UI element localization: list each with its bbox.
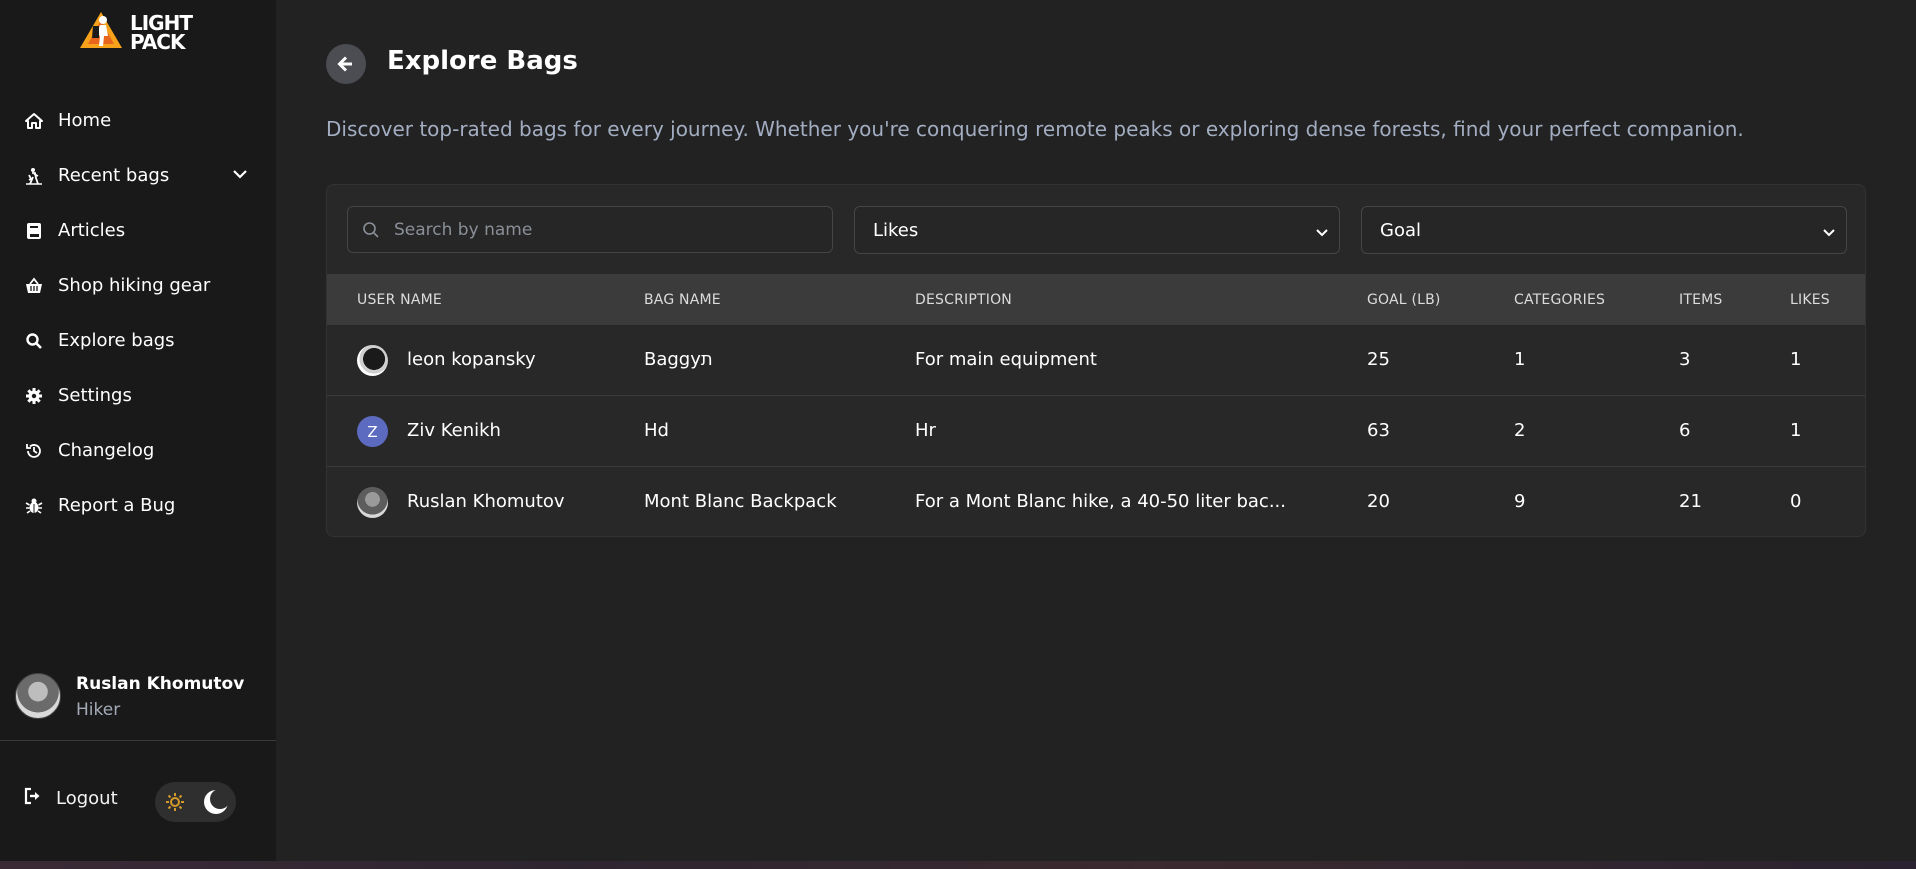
cell-categories: 9 [1514,491,1526,512]
bug-icon [24,496,44,516]
cell-description: For main equipment [915,349,1097,370]
sun-icon [165,792,185,816]
user-role: Hiker [76,700,121,720]
logo-wordmark: LIGHT PACK [130,13,200,54]
logout-label: Logout [56,787,118,809]
search-box[interactable] [347,206,833,253]
cell-likes: 0 [1790,491,1802,512]
hiker-icon [24,166,44,186]
column-header-user-name[interactable]: USER NAME [357,292,442,308]
avatar: Z [357,416,388,447]
filter-row: Likes Goal [347,206,1847,254]
basket-icon [24,276,44,296]
column-header-description[interactable]: DESCRIPTION [915,292,1012,308]
cell-goal: 25 [1367,349,1390,370]
sidebar-item-label: Changelog [58,440,155,461]
logout-button[interactable]: Logout [24,787,118,809]
arrow-left-icon [337,56,352,72]
table-row[interactable]: Z Ziv Kenikh Hd Hr 63 2 6 1 [327,396,1865,467]
cell-user-name: Ziv Kenikh [407,420,501,441]
avatar [15,673,61,719]
sidebar-nav: Home Recent bags Articles Shop hiking ge… [0,93,276,533]
sidebar-item-home[interactable]: Home [0,93,276,148]
cell-user-name: leon kopansky [407,349,536,370]
chevron-down-icon[interactable] [232,166,248,186]
search-icon [362,221,380,243]
cell-likes: 1 [1790,349,1802,370]
main-content: Explore Bags Discover top-rated bags for… [276,0,1916,861]
sidebar-item-label: Home [58,110,112,131]
lightpack-logo[interactable]: LIGHT PACK [78,10,198,54]
home-icon [24,111,44,131]
sidebar-item-report-a-bug[interactable]: Report a Bug [0,478,276,533]
taskbar-edge [0,861,1916,869]
column-header-bag-name[interactable]: BAG NAME [644,292,721,308]
goal-select[interactable]: Goal [1361,206,1847,254]
table-row[interactable]: leon kopansky Baggyת For main equipment … [327,325,1865,396]
table-header: USER NAME BAG NAME DESCRIPTION GOAL (LB)… [327,274,1865,325]
logo-emblem-icon [80,12,122,48]
cell-items: 3 [1679,349,1691,370]
avatar [357,487,388,518]
column-header-categories[interactable]: CATEGORIES [1514,292,1605,308]
cell-categories: 1 [1514,349,1526,370]
sidebar-item-label: Recent bags [58,165,170,186]
search-input[interactable] [392,215,812,245]
cell-bag-name: Mont Blanc Backpack [644,491,837,512]
search-icon [24,331,44,351]
sidebar-item-recent-bags[interactable]: Recent bags [0,148,276,203]
cell-bag-name: Baggyת [644,349,713,370]
theme-toggle[interactable] [155,782,236,822]
gear-icon [24,386,44,406]
page-subtitle: Discover top-rated bags for every journe… [326,117,1744,141]
sidebar-item-articles[interactable]: Articles [0,203,276,258]
sidebar-item-label: Report a Bug [58,495,176,516]
page-title: Explore Bags [387,46,578,76]
sidebar-item-changelog[interactable]: Changelog [0,423,276,478]
sidebar-item-shop-hiking-gear[interactable]: Shop hiking gear [0,258,276,313]
user-name: Ruslan Khomutov [76,674,245,694]
cell-user-name: Ruslan Khomutov [407,491,565,512]
cell-likes: 1 [1790,420,1802,441]
sidebar-item-label: Articles [58,220,126,241]
cell-goal: 63 [1367,420,1390,441]
cell-bag-name: Hd [644,420,669,441]
sort-select-value: Likes [873,220,919,241]
sidebar-item-label: Shop hiking gear [58,275,211,296]
sort-select[interactable]: Likes [854,206,1340,254]
goal-select-value: Goal [1380,220,1421,241]
logout-icon [24,787,42,809]
history-icon [24,441,44,461]
sidebar-item-label: Settings [58,385,132,406]
avatar [357,345,388,376]
cell-description: For a Mont Blanc hike, a 40-50 liter bac… [915,491,1286,512]
user-profile[interactable]: Ruslan Khomutov Hiker [0,664,276,741]
cell-items: 21 [1679,491,1702,512]
cell-description: Hr [915,420,936,441]
chevron-down-icon [1822,225,1836,244]
chevron-down-icon [1315,225,1329,244]
column-header-items[interactable]: ITEMS [1679,292,1723,308]
book-icon [24,221,44,241]
sidebar: LIGHT PACK Home Recent bags Articles Sho… [0,0,276,861]
table-row[interactable]: Ruslan Khomutov Mont Blanc Backpack For … [327,467,1865,536]
moon-icon [202,788,230,816]
column-header-likes[interactable]: LIKES [1790,292,1830,308]
cell-categories: 2 [1514,420,1526,441]
cell-goal: 20 [1367,491,1390,512]
bags-table-card: Likes Goal USER NAME BAG NAME DESCRIPTIO… [326,184,1866,537]
back-button[interactable] [326,44,366,84]
sidebar-item-explore-bags[interactable]: Explore bags [0,313,276,368]
logo-line-2: PACK [130,30,185,54]
sidebar-item-settings[interactable]: Settings [0,368,276,423]
column-header-goal[interactable]: GOAL (LB) [1367,292,1441,308]
cell-items: 6 [1679,420,1691,441]
sidebar-item-label: Explore bags [58,330,175,351]
